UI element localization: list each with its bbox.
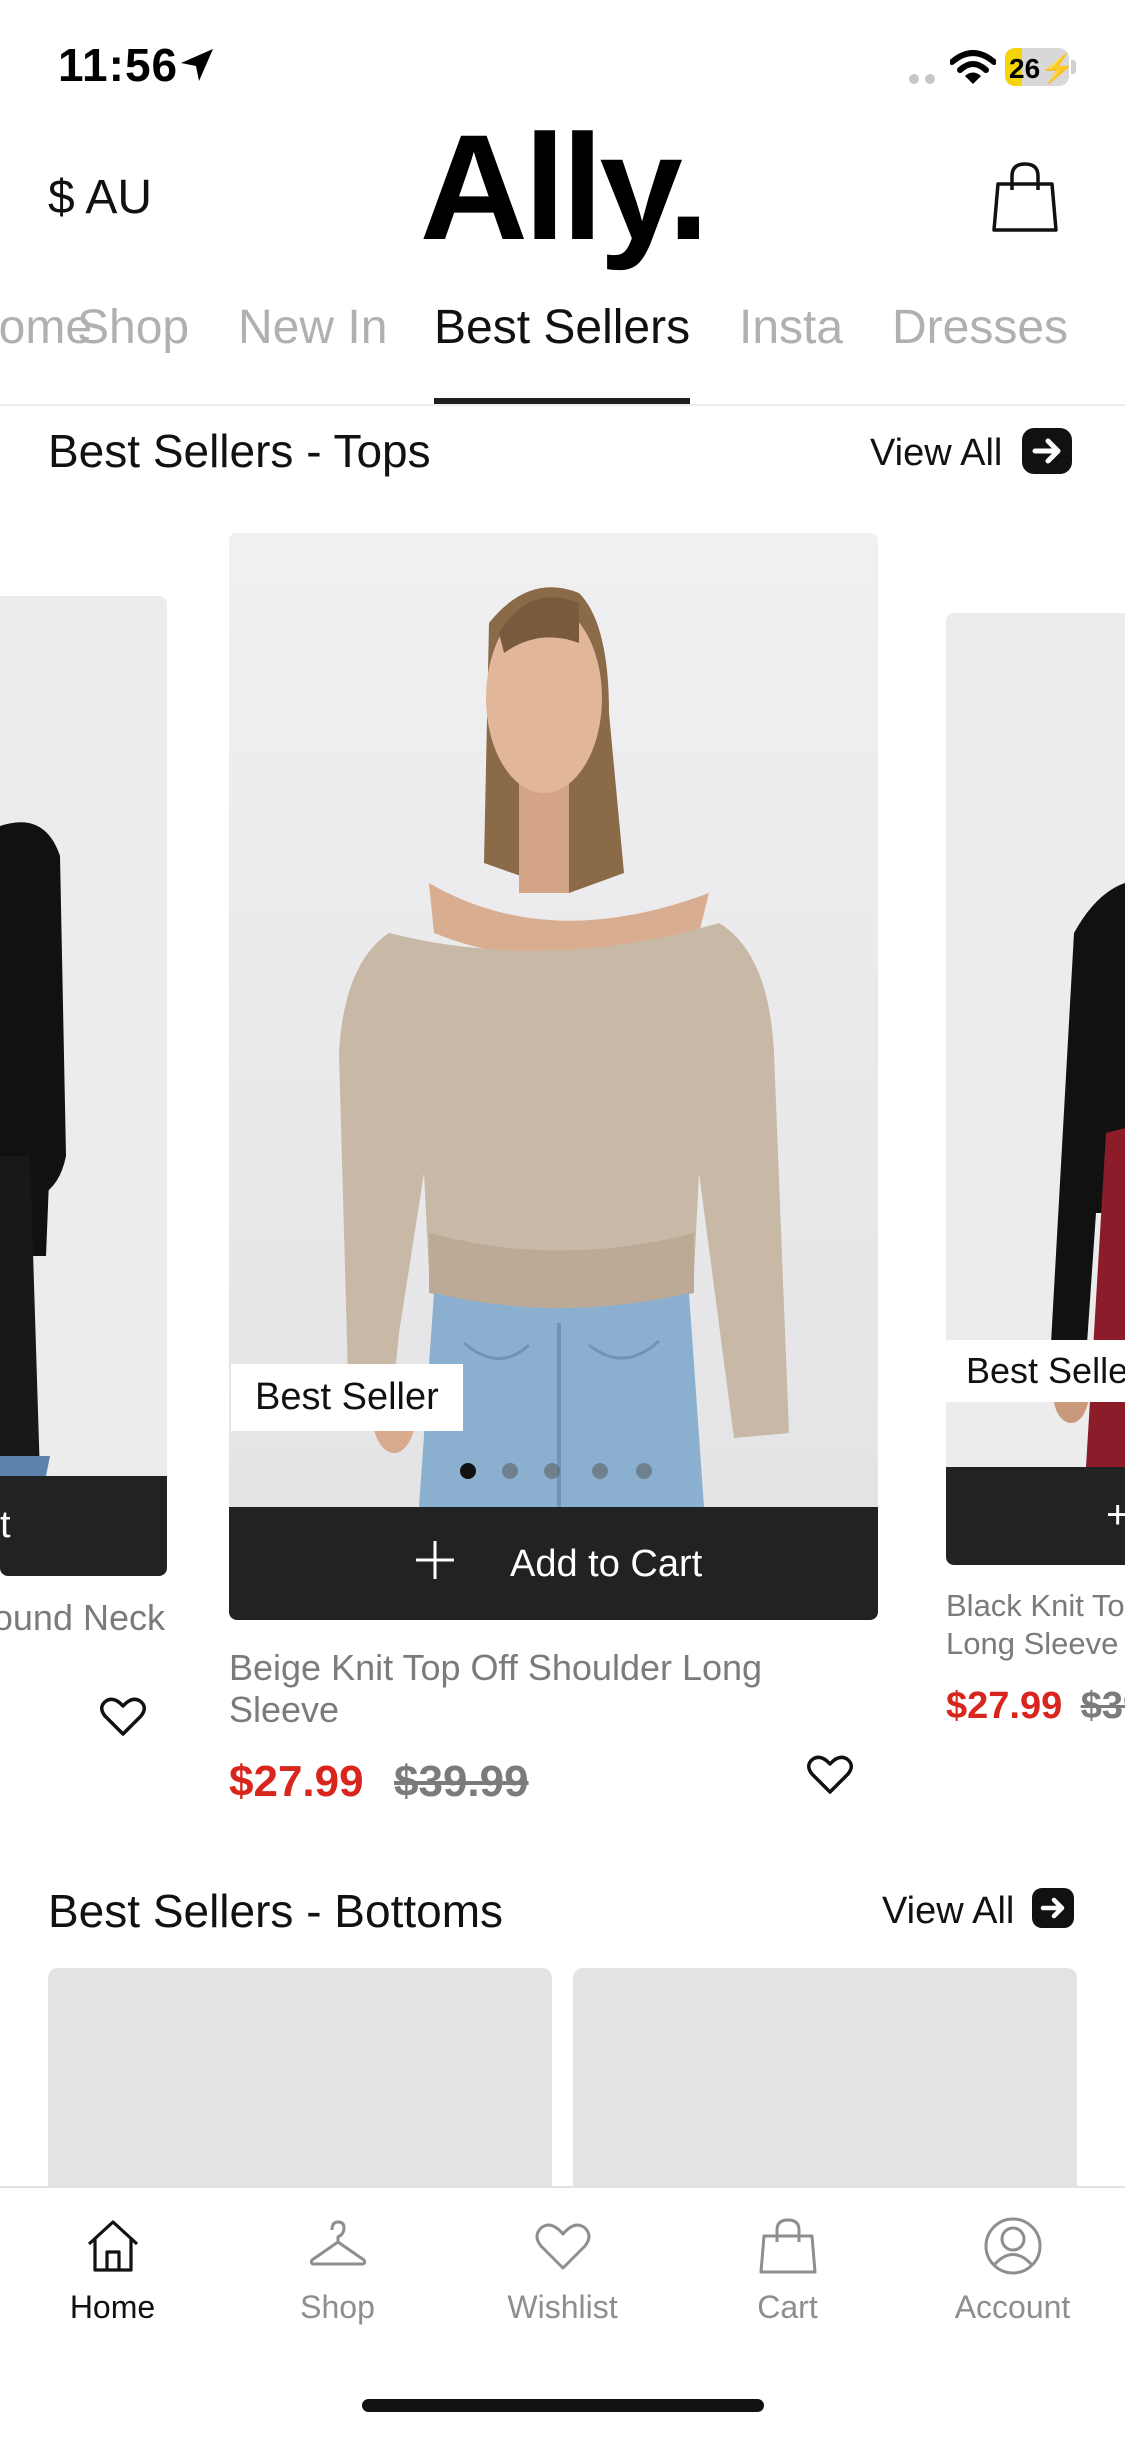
image-carousel-indicator[interactable] xyxy=(460,1463,660,1483)
wishlist-heart-icon[interactable] xyxy=(100,1697,146,1742)
product-image[interactable] xyxy=(946,613,1125,1467)
product-name: Black Knit Top Round Neck xyxy=(0,1597,165,1638)
category-tabs: Home Shop New In Best Sellers Insta Dres… xyxy=(0,300,1125,405)
carousel-dot[interactable] xyxy=(502,1463,518,1479)
location-arrow-icon xyxy=(178,46,216,89)
tabbar-home[interactable]: Home xyxy=(0,2216,225,2326)
product-image-placeholder[interactable] xyxy=(573,1968,1077,2186)
tab-insta[interactable]: Insta xyxy=(739,300,843,355)
sale-price: $27.99 xyxy=(229,1757,364,1806)
price-row: $27.99 $39.99 xyxy=(946,1685,1125,1728)
arrow-right-icon[interactable] xyxy=(1022,428,1072,474)
person-icon xyxy=(983,2217,1043,2280)
product-image[interactable] xyxy=(229,533,878,1507)
product-image[interactable] xyxy=(0,596,167,1476)
divider xyxy=(0,404,1125,406)
add-to-cart-button[interactable]: Add to Cart xyxy=(229,1507,878,1620)
tab-best-sellers[interactable]: Best Sellers xyxy=(434,300,690,355)
carousel-dot[interactable] xyxy=(636,1463,652,1479)
home-icon xyxy=(83,2220,143,2280)
tab-new-in[interactable]: New In xyxy=(238,300,387,355)
arrow-right-icon[interactable] xyxy=(1032,1888,1074,1928)
best-seller-badge: Best Seller xyxy=(946,1340,1125,1402)
tab-dresses[interactable]: Dresses xyxy=(892,300,1068,355)
tabbar-cart[interactable]: Cart xyxy=(675,2216,900,2326)
section-title-bottoms: Best Sellers - Bottoms xyxy=(48,1885,504,1937)
plus-icon xyxy=(414,1539,456,1586)
home-indicator xyxy=(362,2399,764,2412)
status-time: 11:56 xyxy=(58,39,179,91)
sale-price: $27.99 xyxy=(946,1685,1063,1727)
carousel-dot[interactable] xyxy=(460,1463,476,1479)
cart-bag-icon[interactable] xyxy=(990,160,1060,239)
hanger-icon xyxy=(308,2220,368,2280)
bag-icon xyxy=(758,2218,818,2280)
original-price: $39.99 xyxy=(394,1757,529,1806)
best-seller-badge: Best Seller xyxy=(231,1364,463,1431)
original-price: $39.99 xyxy=(1080,1685,1125,1727)
tabbar-account[interactable]: Account xyxy=(900,2216,1125,2326)
tabbar-wishlist[interactable]: Wishlist xyxy=(450,2216,675,2326)
add-to-cart-label: Add to Cart xyxy=(510,1543,703,1585)
tab-shop[interactable]: Shop xyxy=(77,300,189,355)
product-name[interactable]: Beige Knit Top Off Shoulder Long Sleeve xyxy=(229,1647,829,1731)
brand-logo: Ally. xyxy=(419,103,710,271)
cellular-signal-icon xyxy=(908,72,938,90)
add-to-cart-button[interactable]: + xyxy=(946,1467,1125,1565)
view-all-tops-link[interactable]: View All xyxy=(870,432,1002,475)
plus-icon: + xyxy=(1106,1493,1125,1537)
charging-bolt-icon: ⚡ xyxy=(1040,53,1076,84)
wishlist-heart-icon[interactable] xyxy=(807,1755,853,1800)
view-all-bottoms-link[interactable]: View All xyxy=(882,1890,1014,1933)
tabbar-shop[interactable]: Shop xyxy=(225,2216,450,2326)
wifi-icon xyxy=(949,50,997,91)
product-image-placeholder[interactable] xyxy=(48,1968,552,2186)
add-to-cart-button[interactable]: t xyxy=(0,1476,167,1576)
carousel-dot[interactable] xyxy=(544,1463,560,1479)
section-title-tops: Best Sellers - Tops xyxy=(48,425,431,477)
heart-icon xyxy=(533,2223,593,2280)
product-name: Black Knit Top Off Shoulder Long Sleeve xyxy=(946,1588,1125,1661)
carousel-dot[interactable] xyxy=(592,1463,608,1479)
battery-indicator: 26⚡ xyxy=(1005,48,1077,86)
